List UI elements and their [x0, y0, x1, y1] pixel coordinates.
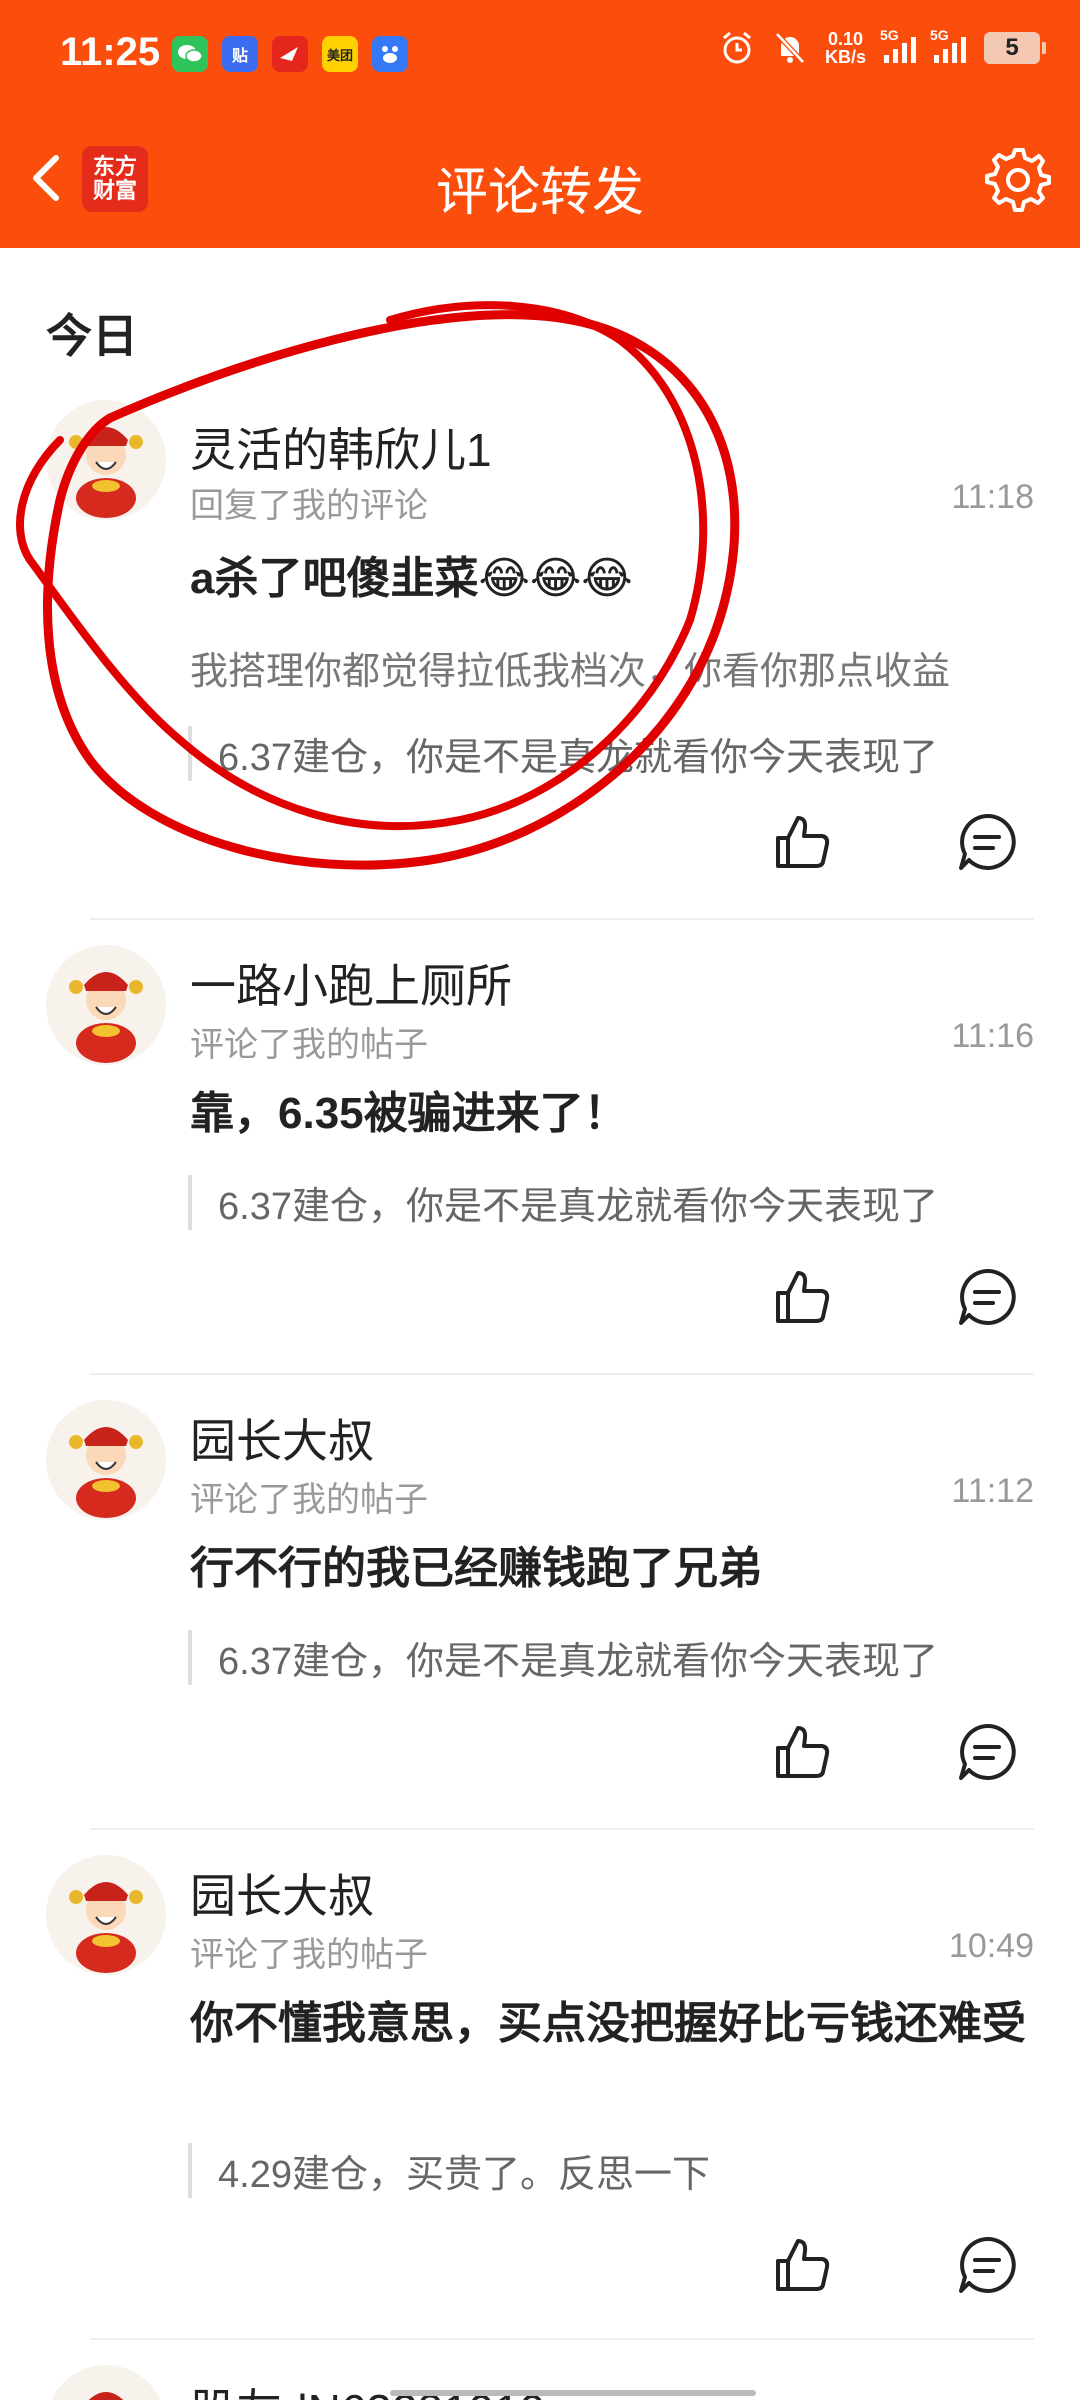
caishen-avatar-icon — [46, 400, 166, 520]
timestamp: 10:49 — [948, 1927, 1034, 1965]
tieba-icon: 贴 — [222, 36, 258, 72]
mute-bell-icon — [775, 32, 805, 64]
status-time: 11:25 — [60, 30, 161, 74]
net-speed-value: 0.10 — [827, 29, 864, 49]
timestamp: 11:18 — [951, 478, 1034, 516]
action-text: 评论了我的帖子 — [190, 1026, 428, 1064]
divider — [90, 918, 1034, 920]
original-comment: 我搭理你都觉得拉低我档次，你看你那点收益 — [190, 651, 951, 693]
signal-label: 5G — [880, 27, 899, 43]
like-thumb-icon[interactable] — [770, 810, 834, 874]
divider — [90, 1828, 1034, 1830]
quoted-post[interactable]: 6.37建仓，你是不是真龙就看你今天表现了 — [188, 726, 938, 781]
net-speed-unit: KB/s — [824, 47, 866, 67]
like-thumb-icon[interactable] — [770, 1265, 834, 1329]
reply-comment-icon[interactable] — [955, 1265, 1019, 1329]
action-text: 评论了我的帖子 — [190, 1481, 428, 1519]
user-name[interactable]: 园长大叔 — [190, 1860, 374, 1926]
scroll-indicator — [390, 2390, 756, 2396]
comment-text: a杀了吧傻韭菜😂😂😂 — [190, 554, 633, 603]
action-text: 评论了我的帖子 — [190, 1936, 428, 1974]
baidu-icon — [372, 36, 408, 72]
reply-comment-icon[interactable] — [955, 810, 1019, 874]
caishen-avatar-icon — [51, 2365, 161, 2400]
network-speed: 0.10 KB/s — [825, 30, 866, 66]
settings-gear-icon[interactable] — [982, 144, 1052, 214]
notification-item[interactable]: 一路小跑上厕所 评论了我的帖子 11:16 靠，6.35被骗进来了！ 6.37建… — [0, 945, 1080, 1375]
notification-item[interactable]: 园长大叔 评论了我的帖子 10:49 你不懂我意思，买点没把握好比亏钱还难受 4… — [0, 1855, 1080, 2295]
app-header: 东方 财富 评论转发 — [0, 110, 1080, 248]
notification-item[interactable]: 灵活的韩欣儿1 回复了我的评论 11:18 a杀了吧傻韭菜😂😂😂 我搭理你都觉得… — [0, 400, 1080, 900]
feishu-icon — [272, 36, 308, 72]
user-name[interactable]: 园长大叔 — [190, 1405, 374, 1471]
caishen-avatar-icon — [46, 1855, 166, 1975]
avatar[interactable] — [46, 400, 166, 520]
status-app-icons: 贴 美团 — [172, 36, 408, 72]
quoted-post[interactable]: 4.29建仓，买贵了。反思一下 — [188, 2143, 710, 2198]
avatar[interactable] — [46, 1400, 166, 1520]
signal-5g-1-icon: 5G — [880, 27, 916, 63]
meituan-icon: 美团 — [322, 36, 358, 72]
comment-text: 行不行的我已经赚钱跑了兄弟 — [190, 1544, 762, 1593]
wechat-icon — [172, 36, 208, 72]
reply-comment-icon[interactable] — [955, 1720, 1019, 1784]
page-title: 评论转发 — [435, 164, 644, 222]
notification-item[interactable]: 园长大叔 评论了我的帖子 11:12 行不行的我已经赚钱跑了兄弟 6.37建仓，… — [0, 1400, 1080, 1830]
user-name[interactable]: 灵活的韩欣儿1 — [190, 414, 492, 480]
section-title-today: 今日 — [46, 310, 138, 362]
comment-text: 靠，6.35被骗进来了！ — [190, 1089, 628, 1138]
avatar[interactable] — [46, 1855, 166, 1975]
timestamp: 11:12 — [951, 1472, 1034, 1510]
battery-icon: 5 — [984, 32, 1046, 64]
user-name[interactable]: 一路小跑上厕所 — [190, 950, 512, 1016]
comment-text: 你不懂我意思，买点没把握好比亏钱还难受 — [190, 1999, 1026, 2048]
divider — [90, 1373, 1034, 1375]
reply-comment-icon[interactable] — [955, 2233, 1019, 2297]
status-bar: 11:25 贴 美团 0.10 KB/s 5G 5G 5 — [0, 0, 1080, 110]
signal-label: 5G — [930, 27, 949, 43]
user-name[interactable]: 股友dN63281919 — [190, 2375, 545, 2400]
alarm-icon — [723, 31, 751, 64]
action-text: 回复了我的评论 — [190, 487, 428, 525]
timestamp: 11:16 — [951, 1017, 1034, 1055]
avatar[interactable] — [46, 2365, 166, 2400]
divider — [90, 2338, 1034, 2340]
caishen-avatar-icon — [46, 945, 166, 1065]
signal-5g-2-icon: 5G — [930, 27, 966, 63]
like-thumb-icon[interactable] — [770, 1720, 834, 1784]
quoted-post[interactable]: 6.37建仓，你是不是真龙就看你今天表现了 — [188, 1630, 938, 1685]
like-thumb-icon[interactable] — [770, 2233, 834, 2297]
avatar[interactable] — [46, 945, 166, 1065]
caishen-avatar-icon — [46, 1400, 166, 1520]
status-indicators: 0.10 KB/s 5G 5G 5 — [719, 27, 1046, 66]
quoted-post[interactable]: 6.37建仓，你是不是真龙就看你今天表现了 — [188, 1175, 938, 1230]
